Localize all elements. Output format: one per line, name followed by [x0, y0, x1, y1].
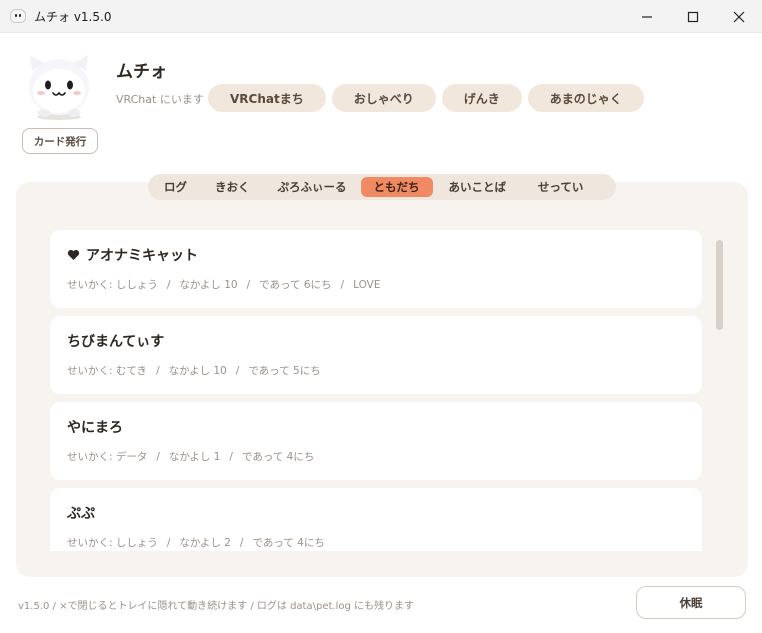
scrollbar-thumb[interactable]	[716, 240, 723, 330]
tab-log[interactable]: ログ	[150, 177, 201, 197]
friend-personality: せいかく: ししょう	[67, 279, 158, 291]
pet-tags: VRChatまち おしゃべり げんき あまのじゃく	[208, 84, 644, 112]
sleep-button[interactable]: 休眠	[636, 586, 746, 619]
separator: /	[239, 537, 244, 549]
tag-genki: げんき	[441, 84, 522, 112]
friend-personality: せいかく: ししょう	[67, 537, 158, 549]
tab-settings[interactable]: せってい	[522, 177, 599, 197]
friend-meta: せいかく: データ / なかよし 1 / であって 4にち	[67, 449, 314, 464]
tab-passwords[interactable]: あいことば	[433, 177, 523, 197]
tag-oshaberi: おしゃべり	[331, 84, 436, 112]
minimize-icon	[642, 15, 652, 18]
friend-name-row: アオナミキャット	[67, 245, 198, 265]
friend-met: であって 6にち	[259, 279, 332, 291]
tag-vrchat-machi: VRChatまち	[208, 84, 326, 112]
tab-memory[interactable]: きおく	[201, 177, 264, 197]
friend-name: やにまろ	[67, 420, 123, 436]
friend-meta: せいかく: ししょう / なかよし 10 / であって 6にち / LOVE	[67, 277, 380, 292]
minimize-button[interactable]	[624, 0, 670, 33]
friend-extra: LOVE	[353, 279, 381, 291]
close-button[interactable]	[716, 0, 762, 33]
footer-note: v1.5.0 / ×で閉じるとトレイに隠れて動き続けます / ログは data\…	[18, 601, 414, 612]
separator: /	[246, 279, 251, 291]
separator: /	[166, 279, 171, 291]
friend-card[interactable]: アオナミキャット せいかく: ししょう / なかよし 10 / であって 6にち / LOV…	[50, 230, 702, 308]
friend-name: アオナミキャット	[86, 248, 198, 264]
friend-name: ちびまんてぃす	[67, 334, 165, 350]
friend-card[interactable]: やにまろ せいかく: データ / なかよし 1 / であって 4にち	[50, 402, 702, 480]
separator: /	[156, 451, 160, 463]
friend-personality: せいかく: データ	[67, 451, 148, 463]
close-icon	[733, 11, 745, 22]
pet-header: ムチォ VRChat にいます VRChatまち おしゃべり げんき あまのじゃ…	[0, 33, 762, 183]
friend-card[interactable]: ちびまんてぃす せいかく: むてき / なかよし 10 / であって 5にち	[50, 316, 702, 394]
friend-personality: せいかく: むてき	[67, 365, 148, 377]
maximize-button[interactable]	[670, 0, 716, 33]
separator: /	[229, 451, 233, 463]
tab-profile[interactable]: ぷろふぃーる	[264, 177, 361, 197]
pet-name: ムチォ	[116, 62, 167, 82]
tab-friends[interactable]: ともだち	[360, 177, 433, 197]
title-bar: ムチォ v1.5.0	[0, 0, 762, 33]
friend-met: であって 4にち	[241, 451, 315, 463]
separator: /	[166, 537, 171, 549]
tag-amanojaku: あまのじゃく	[527, 84, 644, 112]
pet-location: VRChat にいます	[116, 93, 204, 106]
separator: /	[235, 365, 240, 377]
friends-list: アオナミキャット せいかく: ししょう / なかよし 10 / であって 6にち / LOV…	[50, 230, 702, 551]
friend-intimacy: なかよし 1	[168, 451, 221, 463]
friend-intimacy: なかよし 10	[179, 279, 238, 291]
maximize-icon	[687, 11, 699, 22]
friend-card[interactable]: ぷぷ せいかく: ししょう / なかよし 2 / であって 4にち	[50, 488, 702, 551]
friend-name: ぷぷ	[67, 506, 95, 522]
tab-bar: ログ きおく ぷろふぃーる ともだち あいことば せってい	[148, 174, 616, 200]
friend-met: であって 5にち	[248, 365, 321, 377]
separator: /	[340, 279, 345, 291]
friend-intimacy: なかよし 2	[179, 537, 231, 549]
window-title: ムチォ v1.5.0	[34, 9, 112, 24]
separator: /	[156, 365, 160, 377]
friend-met: であって 4にち	[252, 537, 325, 549]
friend-meta: せいかく: ししょう / なかよし 2 / であって 4にち	[67, 535, 325, 550]
heart-icon	[67, 249, 80, 260]
app-icon	[10, 9, 26, 23]
window-controls	[624, 0, 762, 33]
pet-avatar	[29, 55, 89, 120]
friend-meta: せいかく: むてき / なかよし 10 / であって 5にち	[67, 363, 321, 378]
card-issue-button[interactable]: カード発行	[22, 128, 98, 154]
friend-intimacy: なかよし 10	[168, 365, 227, 377]
